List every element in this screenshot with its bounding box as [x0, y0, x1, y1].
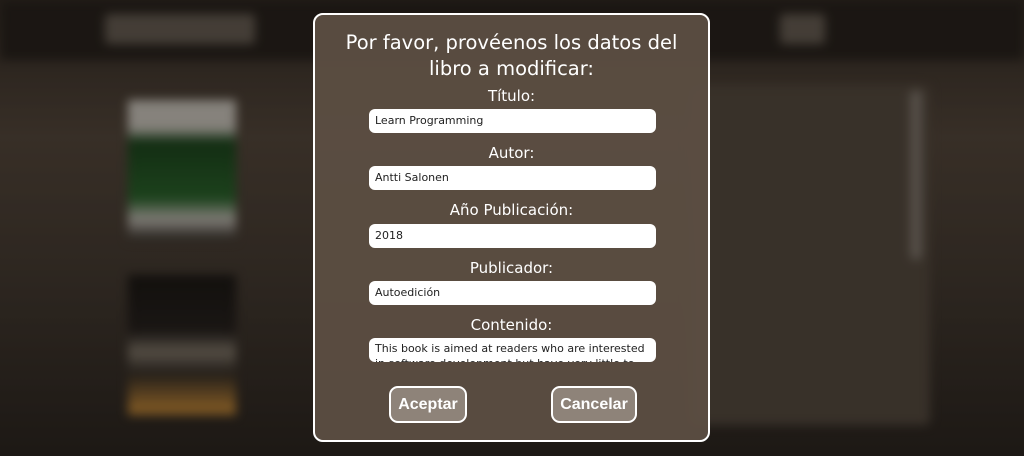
- author-input[interactable]: Antti Salonen: [369, 166, 656, 190]
- accept-button[interactable]: Aceptar: [389, 386, 467, 423]
- edit-book-dialog: Por favor, provéenos los datos del libro…: [313, 13, 710, 442]
- year-input[interactable]: 2018: [369, 224, 656, 248]
- cancel-button[interactable]: Cancelar: [551, 386, 637, 423]
- content-label: Contenido:: [470, 316, 553, 334]
- publisher-input[interactable]: Autoedición: [369, 281, 656, 305]
- publisher-label: Publicador:: [469, 259, 554, 277]
- dialog-title: Por favor, provéenos los datos del libro…: [345, 31, 678, 80]
- year-label: Año Publicación:: [449, 201, 574, 219]
- content-textarea[interactable]: This book is aimed at readers who are in…: [369, 338, 656, 362]
- title-label: Título:: [487, 87, 536, 105]
- title-input[interactable]: Learn Programming: [369, 109, 656, 133]
- author-label: Autor:: [488, 144, 535, 162]
